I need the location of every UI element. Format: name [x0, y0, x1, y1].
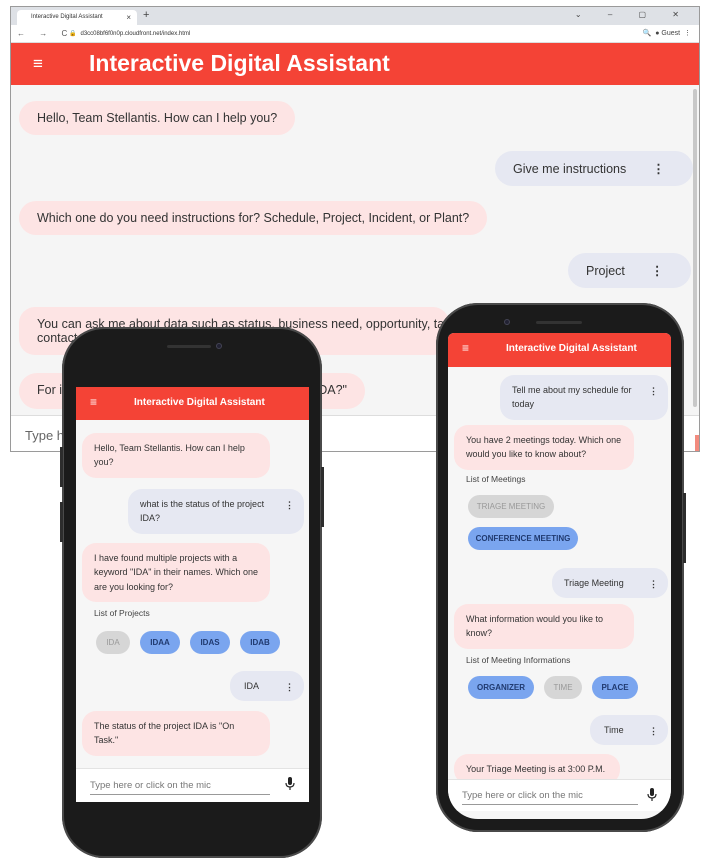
- window-controls[interactable]: ⌄ – ▢ ✕: [575, 10, 691, 19]
- hamburger-menu-icon[interactable]: ≡: [90, 395, 97, 409]
- tab-title: Interactive Digital Assistant: [31, 14, 103, 20]
- app-bar: ≡ Interactive Digital Assistant: [448, 333, 671, 367]
- phone-screen: ≡ Interactive Digital Assistant Tell me …: [448, 333, 671, 819]
- input-placeholder: Type here or click on the mic: [90, 780, 270, 795]
- message-input[interactable]: Type here or click on the mic: [76, 768, 309, 802]
- bot-message: I have found multiple projects with a ke…: [82, 543, 270, 603]
- user-message[interactable]: what is the status of the project IDA? ⋮: [128, 489, 304, 534]
- message-options-icon[interactable]: ⋮: [649, 384, 658, 398]
- meeting-chip[interactable]: CONFERENCE MEETING: [468, 527, 578, 550]
- bot-message: What information would you like to know?: [454, 604, 634, 649]
- message-options-icon[interactable]: ⋮: [285, 498, 294, 512]
- project-chip[interactable]: IDAA: [140, 631, 180, 654]
- mic-button-edge[interactable]: [695, 435, 699, 451]
- mic-icon[interactable]: [285, 777, 295, 794]
- input-placeholder: Type h: [25, 428, 65, 443]
- app-bar: ≡ Interactive Digital Assistant: [11, 43, 699, 85]
- user-message-text: Time: [604, 725, 624, 735]
- meeting-chip[interactable]: TRIAGE MEETING: [468, 495, 554, 518]
- hamburger-menu-icon[interactable]: ≡: [33, 54, 43, 74]
- phone-camera: [216, 343, 222, 349]
- user-message-text: Project: [586, 264, 625, 278]
- tab-strip: Interactive Digital Assistant × + ⌄ – ▢ …: [11, 7, 699, 25]
- bot-message-text: For i: [37, 383, 62, 397]
- message-options-icon[interactable]: ⋮: [651, 263, 664, 278]
- phone-speaker: [536, 321, 582, 324]
- project-chip[interactable]: IDAS: [190, 631, 230, 654]
- message-options-icon[interactable]: ⋮: [649, 724, 658, 738]
- profile-icon: ●: [655, 30, 660, 37]
- bot-message-text-end: DA?": [318, 383, 347, 397]
- new-tab-icon[interactable]: +: [143, 9, 149, 21]
- user-message-text: what is the status of the project IDA?: [140, 499, 265, 524]
- message-input[interactable]: Type here or click on the mic: [448, 779, 671, 811]
- user-message-text: Triage Meeting: [564, 578, 624, 588]
- hamburger-menu-icon[interactable]: ≡: [462, 341, 469, 355]
- phone-camera: [504, 319, 510, 325]
- user-message[interactable]: Time ⋮: [590, 715, 668, 746]
- app-title: Interactive Digital Assistant: [89, 50, 390, 76]
- mic-icon[interactable]: [647, 788, 657, 805]
- bot-message: Which one do you need instructions for? …: [19, 201, 488, 235]
- app-title: Interactive Digital Assistant: [506, 343, 637, 354]
- phone-screen: ≡ Interactive Digital Assistant Hello, T…: [76, 387, 309, 802]
- nav-buttons[interactable]: ← → C: [17, 29, 73, 38]
- info-chip[interactable]: PLACE: [592, 676, 638, 699]
- user-message[interactable]: Triage Meeting ⋮: [552, 568, 668, 599]
- bot-message: Hello, Team Stellantis. How can I help y…: [82, 433, 270, 478]
- phone-left: ≡ Interactive Digital Assistant Hello, T…: [60, 327, 324, 858]
- tab-close-icon[interactable]: ×: [126, 13, 131, 22]
- user-message[interactable]: Give me instructions ⋮: [495, 151, 693, 186]
- app-title: Interactive Digital Assistant: [134, 397, 265, 408]
- app-bar: ≡ Interactive Digital Assistant: [76, 387, 309, 420]
- phone-button: [321, 467, 324, 527]
- info-chip[interactable]: TIME: [544, 676, 582, 699]
- project-chip[interactable]: IDAB: [240, 631, 280, 654]
- scrollbar[interactable]: [693, 89, 697, 407]
- address-bar: ← → C 🔒 d3cc08bf6f0n0p.cloudfront.net/ind…: [11, 25, 699, 43]
- project-chip[interactable]: IDA: [96, 631, 130, 654]
- phone-speaker: [167, 345, 211, 348]
- user-message[interactable]: IDA ⋮: [230, 671, 304, 702]
- phone-button: [60, 502, 63, 542]
- message-options-icon[interactable]: ⋮: [652, 161, 665, 176]
- list-label: List of Meetings: [466, 474, 526, 484]
- menu-kebab-icon[interactable]: ⋮: [684, 30, 691, 37]
- bot-message: Hello, Team Stellantis. How can I help y…: [19, 101, 296, 135]
- phone-button: [60, 447, 63, 487]
- list-label: List of Projects: [94, 608, 150, 618]
- phone-right: ≡ Interactive Digital Assistant Tell me …: [436, 303, 686, 832]
- message-options-icon[interactable]: ⋮: [285, 680, 294, 694]
- bot-message: You have 2 meetings today. Which one wou…: [454, 425, 634, 470]
- user-message[interactable]: Project ⋮: [568, 253, 692, 288]
- phone-button: [683, 493, 686, 563]
- user-message-text: IDA: [244, 681, 260, 691]
- url-field[interactable]: 🔒 d3cc08bf6f0n0p.cloudfront.net/index.htm…: [69, 30, 190, 37]
- lock-icon: 🔒: [69, 31, 77, 37]
- user-message-text: Tell me about my schedule for today: [512, 385, 632, 410]
- info-chip[interactable]: ORGANIZER: [468, 676, 534, 699]
- list-label: List of Meeting Informations: [466, 655, 571, 665]
- input-placeholder: Type here or click on the mic: [462, 790, 638, 805]
- bot-message: The status of the project IDA is "On Tas…: [82, 711, 270, 756]
- user-message-text: Give me instructions: [513, 162, 627, 176]
- user-message[interactable]: Tell me about my schedule for today ⋮: [500, 375, 668, 420]
- message-options-icon[interactable]: ⋮: [649, 577, 658, 591]
- profile-area[interactable]: 🔍 ● Guest ⋮: [643, 29, 691, 37]
- url-text: d3cc08bf6f0n0p.cloudfront.net/index.html: [80, 31, 191, 37]
- profile-label: Guest: [661, 30, 681, 37]
- browser-tab[interactable]: Interactive Digital Assistant ×: [17, 10, 137, 25]
